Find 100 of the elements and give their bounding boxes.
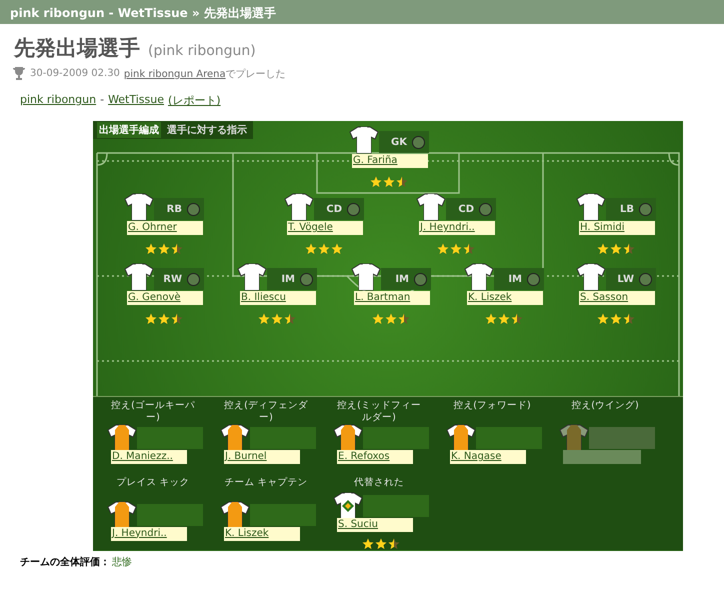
player-name-link[interactable]: J. Burnel — [224, 450, 300, 464]
player-name-link[interactable]: L. Bartman — [354, 291, 430, 305]
star-icon — [158, 243, 170, 255]
player-name-link[interactable]: G. Fariña — [352, 154, 428, 168]
star-icon — [485, 313, 497, 325]
star-icon — [318, 243, 330, 255]
tab[interactable]: 選手に対する指示 — [165, 122, 249, 138]
player-name-link[interactable]: K. Nagase — [450, 450, 526, 464]
breadcrumb-bar: pink ribongun - WetTissue » 先発出場選手 — [0, 0, 724, 24]
position-label: IM — [508, 274, 522, 284]
shirt-icon — [416, 193, 446, 221]
match-date: 30-09-2009 02.30 — [30, 68, 120, 79]
star-icon — [258, 313, 270, 325]
star-icon — [372, 313, 384, 325]
player-name-link[interactable]: G. Genovè — [127, 291, 203, 305]
player-name-link[interactable]: K. Liszek — [224, 526, 300, 540]
shirt-icon — [124, 263, 154, 291]
player-name-link[interactable]: B. Iliescu — [240, 291, 316, 305]
home-team-link[interactable]: pink ribongun — [20, 93, 96, 108]
shirt-icon — [237, 263, 267, 291]
player-panel — [363, 494, 429, 516]
player-name-link[interactable]: G. Ohrner — [127, 221, 203, 235]
player-panel — [137, 427, 203, 449]
status-dot — [412, 136, 425, 148]
away-team-link[interactable]: WetTissue — [108, 93, 164, 108]
trophy-icon — [12, 66, 26, 81]
star-icon — [388, 538, 400, 550]
star-icon — [463, 243, 475, 255]
player-name-link[interactable]: K. Liszek — [467, 291, 543, 305]
position-label: RW — [163, 274, 182, 284]
status-dot — [479, 202, 492, 216]
status-dot — [639, 272, 652, 286]
player-name-link[interactable]: S. Suciu — [337, 518, 413, 532]
player-name-link[interactable]: J. Heyndri.. — [111, 526, 187, 540]
played-label: でプレーした — [226, 68, 286, 80]
bench-role-label: 控え(フォワード) — [452, 399, 532, 413]
shirt-icon — [333, 492, 363, 520]
bench-role-label: 控え(ゴールキーパー) — [110, 399, 196, 424]
star-icon — [498, 313, 510, 325]
player-name-link[interactable]: D. Maniezz.. — [111, 450, 187, 464]
status-dot — [527, 272, 540, 286]
shirt-icon — [349, 126, 379, 154]
position-label: LB — [620, 204, 634, 214]
player-panel — [476, 427, 542, 449]
shirt-icon — [576, 263, 606, 291]
rating-label: チームの全体評価： — [20, 556, 110, 569]
bench-role-label: 代替された — [353, 476, 405, 490]
bench-role-label: 控え(ウイング) — [570, 399, 640, 413]
shirt-icon — [333, 424, 363, 452]
tab[interactable]: 出場選手編成 — [97, 122, 161, 138]
star-icon — [305, 243, 317, 255]
shirt-icon — [446, 424, 476, 452]
star-icon — [511, 313, 523, 325]
status-dot — [300, 272, 313, 286]
bench-role-label: 控え(ディフェンダー) — [223, 399, 309, 424]
shirt-icon — [124, 193, 154, 221]
position-label: IM — [281, 274, 295, 284]
player-panel — [137, 504, 203, 526]
star-icon — [597, 243, 609, 255]
status-dot — [187, 202, 200, 216]
shirt-icon — [107, 500, 137, 528]
player-name-link[interactable]: T. Vögele — [287, 221, 363, 235]
rating-value: 悲惨 — [112, 556, 132, 569]
star-icon — [385, 313, 397, 325]
position-label: CD — [458, 204, 474, 214]
report-link[interactable]: (レポート) — [168, 93, 221, 108]
star-icon — [171, 313, 183, 325]
status-dot — [414, 272, 427, 286]
star-icon — [145, 313, 157, 325]
bench-role-label: プレイス キック — [115, 476, 191, 490]
player-name-link[interactable]: E. Refoxos — [337, 450, 413, 464]
star-icon — [623, 243, 635, 255]
star-icon — [383, 176, 395, 188]
empty-slot-panel — [589, 427, 655, 449]
star-icon — [597, 313, 609, 325]
star-icon — [145, 243, 157, 255]
shirt-icon — [220, 500, 250, 528]
star-icon — [450, 243, 462, 255]
player-name-link[interactable]: J. Heyndri.. — [419, 221, 495, 235]
position-label: CD — [326, 204, 342, 214]
arena-link[interactable]: pink ribongun Arena — [124, 68, 226, 80]
star-icon — [271, 313, 283, 325]
player-name-link[interactable]: H. Simidi — [579, 221, 655, 235]
status-dot — [347, 202, 360, 216]
player-panel — [250, 427, 316, 449]
shirt-icon — [351, 263, 381, 291]
position-label: IM — [395, 274, 409, 284]
star-icon — [396, 176, 408, 188]
page-title: 先発出場選手 — [14, 35, 140, 62]
shirt-icon — [576, 193, 606, 221]
shirt-icon — [284, 193, 314, 221]
shirt-icon — [464, 263, 494, 291]
star-icon — [158, 313, 170, 325]
bench-role-label: チーム キャプテン — [223, 476, 309, 490]
star-icon — [331, 243, 343, 255]
star-icon — [437, 243, 449, 255]
star-icon — [398, 313, 410, 325]
player-name-link[interactable]: S. Sasson — [579, 291, 655, 305]
position-label: RB — [166, 204, 182, 214]
star-icon — [610, 243, 622, 255]
